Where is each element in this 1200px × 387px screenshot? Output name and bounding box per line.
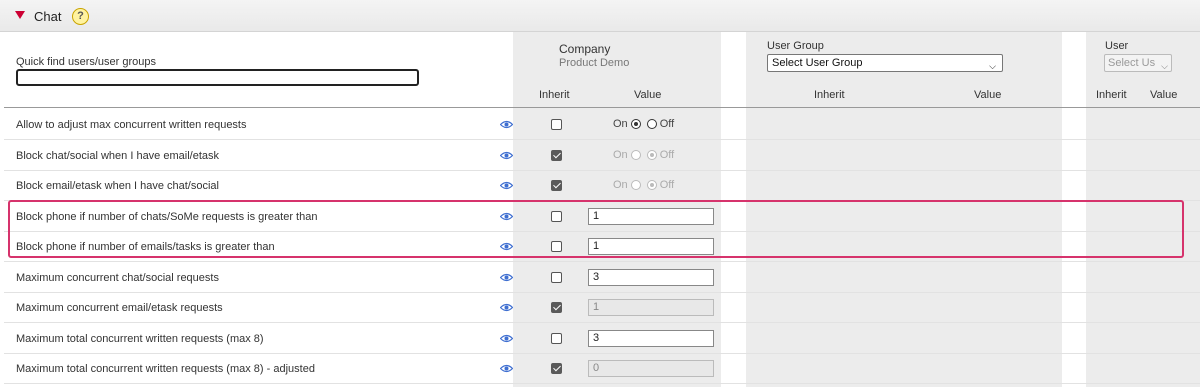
header-divider — [4, 107, 1200, 108]
eye-icon[interactable] — [500, 151, 513, 160]
user-value-header: Value — [1150, 89, 1178, 101]
value-input: 0 — [588, 360, 714, 377]
setting-label: Block phone if number of chats/SoMe requ… — [16, 210, 318, 223]
user-label: User — [1105, 40, 1129, 52]
eye-icon[interactable] — [500, 273, 513, 282]
on-label: On — [613, 118, 628, 131]
user-select-value: Select Us — [1108, 57, 1156, 69]
on-radio[interactable] — [630, 180, 641, 191]
eye-icon[interactable] — [500, 364, 513, 373]
value-input[interactable]: 3 — [588, 329, 714, 347]
quick-find-input[interactable] — [16, 69, 419, 86]
eye-icon[interactable] — [500, 181, 513, 190]
section-header[interactable]: Chat ? — [0, 0, 1200, 32]
eye-icon[interactable] — [500, 303, 513, 312]
company-label: Company — [559, 42, 611, 56]
eye-icon[interactable] — [500, 212, 513, 221]
on-label: On — [613, 179, 628, 192]
on-radio[interactable] — [630, 119, 641, 130]
off-label: Off — [659, 179, 675, 192]
settings-row: Block phone if number of emails/tasks is… — [4, 232, 1200, 262]
settings-row: Block chat/social when I have email/etas… — [4, 141, 1200, 171]
settings-row: Block phone if number of chats/SoMe requ… — [4, 202, 1200, 232]
company-name: Product Demo — [559, 57, 630, 69]
inherit-checkbox[interactable] — [551, 332, 562, 344]
inherit-checkbox[interactable] — [551, 302, 562, 313]
eye-icon[interactable] — [500, 242, 513, 251]
user-group-select[interactable]: Select User Group ⌵ — [767, 54, 1003, 72]
setting-label: Allow to adjust max concurrent written r… — [16, 119, 247, 131]
settings-row: Maximum concurrent email/etask requests 1 — [4, 293, 1200, 323]
setting-label: Block email/etask when I have chat/socia… — [16, 180, 219, 192]
inherit-checkbox[interactable] — [551, 363, 562, 374]
off-radio[interactable] — [646, 119, 657, 130]
settings-row: Maximum total concurrent written request… — [4, 324, 1200, 354]
value-input[interactable]: 3 — [588, 268, 714, 286]
section-title: Chat — [34, 9, 62, 24]
eye-icon[interactable] — [500, 120, 513, 129]
eye-icon[interactable] — [500, 334, 513, 343]
help-icon[interactable]: ? — [72, 8, 89, 25]
value-input[interactable]: 1 — [588, 238, 714, 255]
setting-label: Block chat/social when I have email/etas… — [16, 149, 219, 162]
off-label: Off — [659, 118, 675, 131]
off-label: Off — [659, 148, 675, 161]
on-off-toggle[interactable]: On Off — [613, 118, 674, 132]
user-group-select-value: Select User Group — [772, 57, 863, 69]
inherit-checkbox[interactable] — [551, 210, 562, 222]
setting-label: Block phone if number of emails/tasks is… — [16, 241, 275, 253]
user-group-inherit-header: Inherit — [814, 89, 845, 101]
setting-label: Maximum total concurrent written request… — [16, 332, 264, 345]
setting-label: Maximum concurrent email/etask requests — [16, 302, 223, 314]
settings-row: Allow to adjust max concurrent written r… — [4, 110, 1200, 140]
settings-row: Maximum concurrent chat/social requests 3 — [4, 263, 1200, 293]
chevron-down-icon: ⌵ — [989, 61, 996, 71]
inherit-checkbox[interactable] — [551, 180, 562, 191]
setting-label: Maximum total concurrent written request… — [16, 363, 315, 375]
quick-find-label: Quick find users/user groups — [16, 56, 157, 68]
settings-row: Block email/etask when I have chat/socia… — [4, 171, 1200, 201]
inherit-checkbox[interactable] — [551, 119, 562, 130]
inherit-checkbox[interactable] — [551, 149, 562, 161]
inherit-checkbox[interactable] — [551, 241, 562, 252]
chevron-down-icon: ⌵ — [1161, 61, 1168, 71]
setting-label: Maximum concurrent chat/social requests — [16, 271, 219, 284]
on-radio[interactable] — [630, 149, 641, 160]
on-off-toggle[interactable]: On Off — [613, 179, 674, 193]
inherit-checkbox[interactable] — [551, 271, 562, 283]
off-radio[interactable] — [646, 149, 657, 160]
value-input: 1 — [588, 299, 714, 316]
value-input[interactable]: 1 — [588, 207, 714, 225]
off-radio[interactable] — [646, 180, 657, 191]
user-select[interactable]: Select Us ⌵ — [1104, 54, 1172, 72]
company-inherit-header: Inherit — [539, 89, 570, 101]
collapse-caret-icon[interactable] — [15, 11, 25, 19]
on-label: On — [613, 148, 628, 161]
company-value-header: Value — [634, 89, 662, 101]
user-group-value-header: Value — [974, 89, 1002, 101]
on-off-toggle[interactable]: On Off — [613, 149, 674, 163]
user-group-label: User Group — [767, 40, 824, 52]
user-inherit-header: Inherit — [1096, 89, 1127, 101]
settings-row: Maximum total concurrent written request… — [4, 354, 1200, 384]
